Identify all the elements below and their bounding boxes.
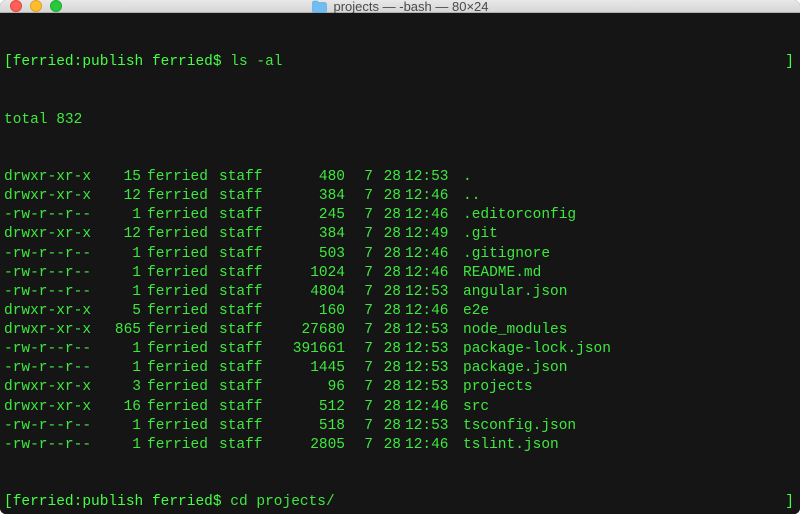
list-item: -rw-r--r--1ferriedstaff50372812:46.gitig… xyxy=(4,245,796,264)
list-item: -rw-r--r--1ferriedstaff102472812:46READM… xyxy=(4,264,796,283)
titlebar[interactable]: projects — -bash — 80×24 xyxy=(0,0,800,13)
window-title-group: projects — -bash — 80×24 xyxy=(312,0,489,14)
list-item: -rw-r--r--1ferriedstaff480472812:53angul… xyxy=(4,283,796,302)
prompt-line-1: [ferried:publish ferried$ ls -al] xyxy=(4,53,796,72)
list-item: -rw-r--r--1ferriedstaff51872812:53tsconf… xyxy=(4,417,796,436)
ls-output: drwxr-xr-x15ferriedstaff48072812:53.drwx… xyxy=(4,168,796,455)
folder-icon xyxy=(312,0,328,13)
list-item: -rw-r--r--1ferriedstaff39166172812:53pac… xyxy=(4,340,796,359)
list-item: drwxr-xr-x15ferriedstaff48072812:53. xyxy=(4,168,796,187)
maximize-button[interactable] xyxy=(50,0,62,12)
terminal-body[interactable]: [ferried:publish ferried$ ls -al] total … xyxy=(0,13,800,514)
close-button[interactable] xyxy=(10,0,22,12)
list-item: drwxr-xr-x3ferriedstaff9672812:53project… xyxy=(4,378,796,397)
prompt-line-2: [ferried:publish ferried$ cd projects/] xyxy=(4,493,796,512)
list-item: drwxr-xr-x5ferriedstaff16072812:46e2e xyxy=(4,302,796,321)
total-line: total 832 xyxy=(4,111,796,130)
list-item: -rw-r--r--1ferriedstaff144572812:53packa… xyxy=(4,359,796,378)
list-item: -rw-r--r--1ferriedstaff24572812:46.edito… xyxy=(4,206,796,225)
minimize-button[interactable] xyxy=(30,0,42,12)
list-item: drwxr-xr-x16ferriedstaff51272812:46src xyxy=(4,398,796,417)
list-item: -rw-r--r--1ferriedstaff280572812:46tslin… xyxy=(4,436,796,455)
list-item: drwxr-xr-x12ferriedstaff38472812:46.. xyxy=(4,187,796,206)
window-title: projects — -bash — 80×24 xyxy=(334,0,489,14)
list-item: drwxr-xr-x12ferriedstaff38472812:49.git xyxy=(4,225,796,244)
list-item: drwxr-xr-x865ferriedstaff2768072812:53no… xyxy=(4,321,796,340)
command-1: ls -al xyxy=(230,54,282,70)
terminal-window: projects — -bash — 80×24 [ferried:publis… xyxy=(0,0,800,514)
traffic-lights xyxy=(10,0,62,12)
command-2: cd projects/ xyxy=(230,494,334,510)
